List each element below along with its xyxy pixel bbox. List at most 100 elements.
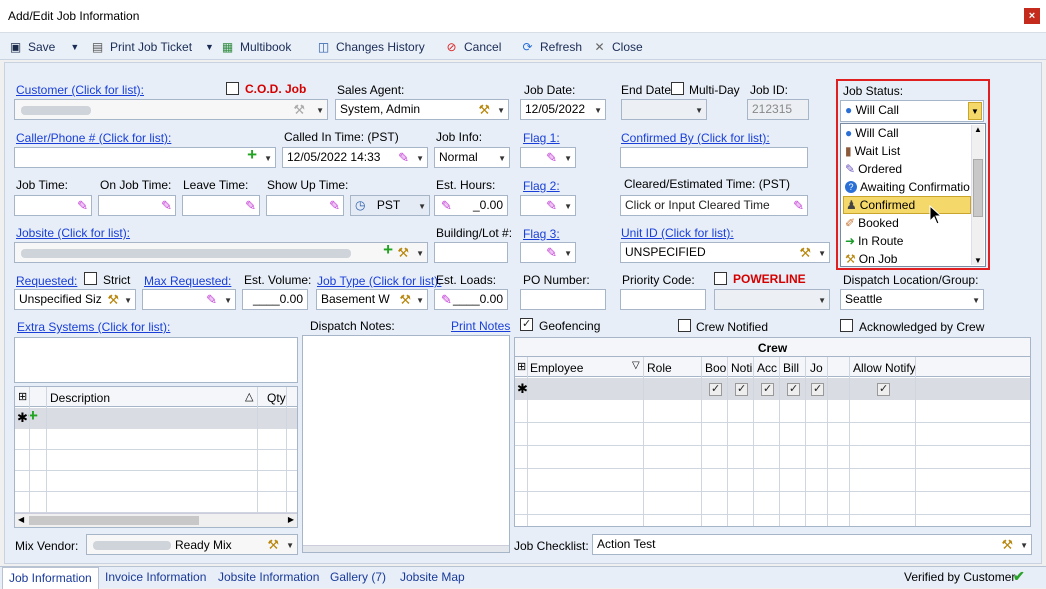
table-row[interactable] — [515, 446, 1030, 469]
flag3-link[interactable]: Flag 3: — [523, 227, 560, 241]
eraser-icon[interactable]: ✎ — [441, 292, 452, 307]
chevron-down-icon[interactable]: ▼ — [416, 249, 424, 258]
jobsite-link[interactable]: Jobsite (Click for list): — [16, 226, 130, 240]
unit-id-link[interactable]: Unit ID (Click for list): — [621, 226, 734, 240]
customer-link[interactable]: Customer (Click for list): — [16, 83, 144, 97]
col-on-job[interactable]: Jo — [810, 361, 823, 375]
table-row[interactable] — [15, 492, 297, 513]
eraser-icon[interactable]: ✎ — [546, 245, 557, 260]
flag2-link[interactable]: Flag 2: — [523, 179, 560, 193]
confirmed-by-input[interactable] — [620, 147, 808, 168]
est-hours-input[interactable]: ✎ _0.00 — [434, 195, 508, 216]
chevron-down-icon[interactable]: ▼ — [564, 249, 572, 258]
timezone-select[interactable]: ◷ PST ▼ — [350, 195, 430, 216]
on-job-checkbox[interactable] — [811, 382, 824, 396]
caller-link[interactable]: Caller/Phone # (Click for list): — [16, 131, 171, 145]
col-qty[interactable]: Qty — [267, 391, 286, 405]
cancel-button[interactable]: ⊘ Cancel — [444, 38, 501, 56]
refresh-button[interactable]: ⟳ Refresh — [520, 38, 582, 56]
filter-icon[interactable]: ▽ — [632, 360, 640, 371]
table-row[interactable] — [15, 450, 297, 471]
multibook-button[interactable]: ▦ Multibook — [220, 38, 292, 56]
chevron-down-icon[interactable]: ▼ — [205, 42, 214, 52]
scroll-down-icon[interactable]: ▼ — [974, 256, 982, 265]
grid-options-icon[interactable]: ⊞ — [18, 390, 27, 403]
eraser-icon[interactable]: ✎ — [546, 198, 557, 213]
col-description[interactable]: Description — [50, 391, 110, 405]
print-notes-link[interactable]: Print Notes — [451, 319, 510, 333]
job-status-dropdown[interactable]: ● Will Call ▮ Wait List ✎ Ordered ? Awai… — [840, 123, 986, 267]
est-volume-input[interactable]: ____0.00 — [242, 289, 308, 310]
status-option-on-job[interactable]: ⚒ On Job — [843, 250, 971, 268]
allow-notify-checkbox[interactable] — [877, 382, 890, 396]
chevron-down-icon[interactable]: ▼ — [264, 154, 272, 163]
cleared-time-input[interactable]: Click or Input Cleared Time ✎ — [620, 195, 808, 216]
est-loads-input[interactable]: ✎ ____0.00 — [434, 289, 508, 310]
col-accepted[interactable]: Acc — [757, 361, 777, 375]
eraser-icon[interactable]: ✎ — [245, 198, 256, 213]
accepted-checkbox[interactable] — [761, 382, 774, 396]
hammer-icon[interactable]: ⚒ — [107, 292, 119, 307]
eraser-icon[interactable]: ✎ — [793, 198, 804, 213]
chevron-down-icon[interactable]: ▼ — [224, 296, 232, 305]
chevron-down-icon[interactable]: ▼ — [416, 154, 424, 163]
flag3-select[interactable]: ✎ ▼ — [520, 242, 576, 263]
end-date-input[interactable]: ▼ — [621, 99, 707, 120]
eraser-icon[interactable]: ✎ — [441, 198, 452, 213]
hammer-icon[interactable]: ⚒ — [1001, 537, 1013, 552]
customer-input[interactable]: ⚒ ▼ — [14, 99, 328, 120]
status-option-will-call[interactable]: ● Will Call — [843, 124, 971, 142]
chevron-down-icon[interactable]: ▼ — [818, 296, 826, 305]
crew-grid[interactable]: Crew ⊞ Employee ▽ Role Boo Noti Acc Bill… — [514, 337, 1031, 527]
flag1-link[interactable]: Flag 1: — [523, 131, 560, 145]
booked-checkbox[interactable] — [709, 382, 722, 396]
save-button[interactable]: ▣ Save ▼ — [8, 38, 79, 56]
col-notified[interactable]: Noti — [731, 361, 752, 375]
eraser-icon[interactable]: ✎ — [329, 198, 340, 213]
hammer-icon[interactable]: ⚒ — [397, 245, 409, 260]
tab-job-information[interactable]: Job Information — [2, 567, 99, 589]
chevron-down-icon[interactable]: ▼ — [972, 296, 980, 305]
unit-id-select[interactable]: UNSPECIFIED ⚒ ▼ — [620, 242, 830, 263]
cod-checkbox[interactable] — [226, 82, 239, 95]
table-row[interactable] — [515, 469, 1030, 492]
tab-invoice-information[interactable]: Invoice Information — [105, 570, 206, 584]
extra-systems-link[interactable]: Extra Systems (Click for list): — [17, 320, 170, 334]
crew-notified-checkbox[interactable] — [678, 319, 691, 332]
chevron-down-icon[interactable]: ▼ — [286, 541, 294, 550]
chevron-down-icon[interactable]: ▼ — [968, 102, 982, 120]
flag2-select[interactable]: ✎ ▼ — [520, 195, 576, 216]
called-in-input[interactable]: 12/05/2022 14:33 ✎ ▼ — [282, 147, 428, 168]
mix-vendor-select[interactable]: Ready Mix ⚒ ▼ — [86, 534, 298, 555]
status-option-confirmed[interactable]: ♟ Confirmed — [843, 196, 971, 214]
col-billed[interactable]: Bill — [783, 361, 799, 375]
tab-jobsite-map[interactable]: Jobsite Map — [400, 570, 465, 584]
chevron-down-icon[interactable]: ▼ — [498, 154, 506, 163]
hammer-icon[interactable]: ⚒ — [267, 537, 279, 552]
status-option-in-route[interactable]: ➜ In Route — [843, 232, 971, 250]
scroll-thumb[interactable] — [973, 159, 983, 217]
hammer-icon[interactable]: ⚒ — [293, 102, 305, 117]
close-window-icon[interactable]: × — [1024, 8, 1040, 24]
hammer-icon[interactable]: ⚒ — [799, 245, 811, 260]
requested-link[interactable]: Requested: — [16, 274, 77, 288]
chevron-down-icon[interactable]: ▼ — [1020, 541, 1028, 550]
sales-agent-select[interactable]: System, Admin ⚒ ▼ — [335, 99, 509, 120]
status-option-wait-list[interactable]: ▮ Wait List — [843, 142, 971, 160]
job-time-input[interactable]: ✎ — [14, 195, 92, 216]
requested-select[interactable]: Unspecified Siz ⚒ ▼ — [14, 289, 136, 310]
tab-gallery[interactable]: Gallery (7) — [330, 570, 386, 584]
col-role[interactable]: Role — [647, 361, 672, 375]
table-row[interactable] — [515, 492, 1030, 515]
print-job-ticket-button[interactable]: ▤ Print Job Ticket ▼ — [90, 38, 214, 56]
building-lot-input[interactable] — [434, 242, 508, 263]
chevron-down-icon[interactable]: ▼ — [497, 106, 505, 115]
powerline-checkbox[interactable] — [714, 272, 727, 285]
changes-history-button[interactable]: ◫ Changes History — [316, 38, 425, 56]
horizontal-scrollbar[interactable]: ◀ ▶ — [15, 513, 297, 527]
notified-checkbox[interactable] — [735, 382, 748, 396]
max-requested-select[interactable]: ✎ ▼ — [142, 289, 236, 310]
scroll-left-icon[interactable]: ◀ — [18, 515, 24, 524]
job-type-select[interactable]: Basement W ⚒ ▼ — [316, 289, 428, 310]
multi-day-checkbox[interactable] — [671, 82, 684, 95]
